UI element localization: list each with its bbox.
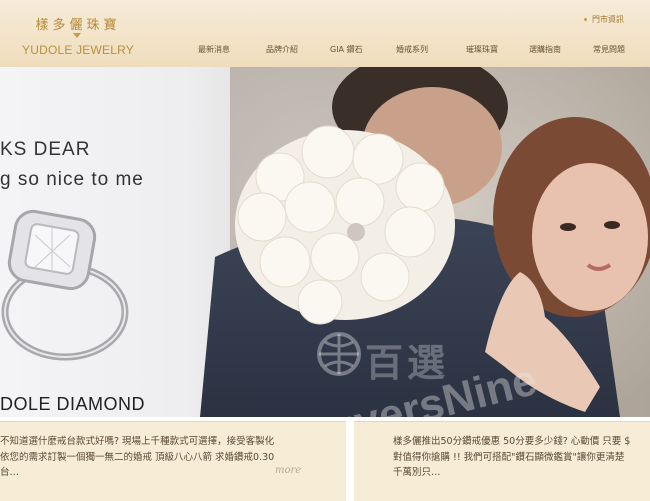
brand-logo[interactable]: 樣多儷珠寶 YUDOLE JEWELRY	[22, 14, 134, 58]
nav-item-buying-guide[interactable]: 選購指南	[529, 44, 593, 55]
hero-brand-caption: DOLE DIAMOND	[0, 394, 146, 414]
hero-banner[interactable]: KS DEAR g so nice to me DOLE DIAMOND 百選 …	[0, 67, 650, 417]
news-text-line: 台…	[0, 467, 20, 478]
news-text-line: 樣多儷推出50分鑽戒優惠 50分要多少錢? 心動價 只要 $	[393, 436, 631, 447]
nav-item-news[interactable]: 最新消息	[198, 44, 250, 55]
nav-item-gia-diamond[interactable]: GIA 鑽石	[330, 44, 388, 55]
globe-icon	[317, 332, 361, 376]
news-text-line: 千萬別只…	[393, 467, 441, 478]
news-card-text: 不知道選什麼戒台款式好嗎? 現場上千種款式可選擇，接受客製化 依您的需求訂製一個…	[0, 434, 274, 481]
news-card-right[interactable]: 樣多儷推出50分鑽戒優惠 50分要多少錢? 心動價 只要 $ 對值得你搶購 !!…	[354, 421, 650, 501]
nav-item-faq[interactable]: 常見問題	[593, 44, 643, 55]
store-info-label: 門市資訊	[592, 15, 624, 24]
main-nav: 最新消息 品牌介紹 GIA 鑽石 婚戒系列 璀璨珠寶 選購指南 常見問題	[180, 44, 643, 55]
logo-chinese-name: 樣多儷珠寶	[35, 18, 121, 33]
site-header: 樣多儷珠寶 YUDOLE JEWELRY 門市資訊 最新消息 品牌介紹 GIA …	[0, 0, 650, 68]
nav-item-wedding-rings[interactable]: 婚戒系列	[396, 44, 466, 55]
hero-headline-line2: g so nice to me	[0, 169, 144, 190]
hero-headline-line1: KS DEAR	[0, 139, 91, 160]
store-info-link[interactable]: 門市資訊	[584, 14, 624, 25]
nav-item-brand[interactable]: 品牌介紹	[266, 44, 330, 55]
bullet-icon	[584, 18, 587, 21]
news-text-line: 對值得你搶購 !! 我們可搭配"鑽石顯微鑑賞"讓你更清楚	[393, 451, 625, 463]
nav-item-jewelry[interactable]: 璀璨珠寶	[466, 44, 529, 55]
news-text-line: 依您的需求訂製一個獨一無二的婚戒 頂級八心八箭 求婚鑽戒0.30	[0, 451, 275, 463]
news-text-line: 不知道選什麼戒台款式好嗎? 現場上千種款式可選擇，接受客製化	[0, 436, 275, 447]
diamond-icon	[73, 33, 81, 38]
news-card-text: 樣多儷推出50分鑽戒優惠 50分要多少錢? 心動價 只要 $ 對值得你搶購 !!…	[393, 434, 630, 481]
news-card-left[interactable]: 不知道選什麼戒台款式好嗎? 現場上千種款式可選擇，接受客製化 依您的需求訂製一個…	[0, 421, 346, 501]
news-section: 不知道選什麼戒台款式好嗎? 現場上千種款式可選擇，接受客製化 依您的需求訂製一個…	[0, 417, 650, 501]
more-link[interactable]: more	[275, 465, 301, 476]
logo-english-name: YUDOLE JEWELRY	[22, 43, 134, 57]
diamond-ring-image	[1, 209, 129, 361]
